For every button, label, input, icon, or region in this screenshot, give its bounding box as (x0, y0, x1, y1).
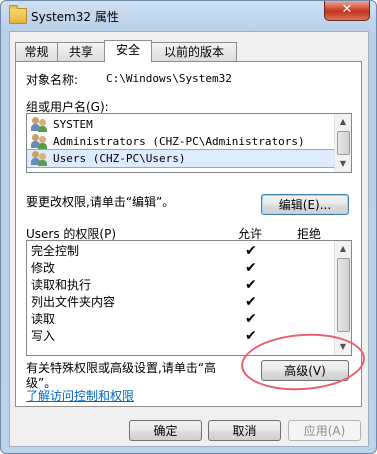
permission-row: 完全控制 ✔ (27, 243, 335, 260)
allow-check-icon: ✔ (245, 311, 257, 327)
allow-check-icon: ✔ (245, 260, 257, 276)
folder-icon (9, 5, 27, 24)
user-name: SYSTEM (53, 118, 93, 131)
properties-window: System32 属性 ✕ 常规 共享 安全 以前的版本 对象名称: C:\Wi… (0, 0, 377, 454)
window-title: System32 属性 (31, 10, 119, 24)
tab-previous-versions[interactable]: 以前的版本 (151, 42, 237, 61)
permission-name: 修改 (31, 261, 56, 275)
close-button[interactable]: ✕ (324, 1, 370, 21)
permission-name: 读取 (31, 312, 56, 326)
ok-button[interactable]: 确定 (129, 420, 202, 441)
list-item[interactable]: Administrators (CHZ-PC\Administrators) (27, 133, 335, 150)
allow-check-icon: ✔ (245, 277, 257, 293)
list-item[interactable]: SYSTEM (27, 116, 335, 133)
tab-sharing[interactable]: 共享 (57, 42, 105, 61)
allow-check-icon: ✔ (245, 294, 257, 310)
list-item[interactable]: Users (CHZ-PC\Users) (27, 149, 336, 168)
close-icon: ✕ (341, 2, 353, 17)
permission-name: 完全控制 (31, 244, 80, 258)
scroll-up-icon[interactable]: ▲ (335, 114, 351, 130)
scroll-thumb[interactable] (337, 258, 350, 332)
title-bar[interactable]: System32 属性 ✕ (1, 1, 376, 31)
allow-check-icon: ✔ (245, 243, 257, 259)
object-name-label: 对象名称: (26, 73, 79, 87)
user-group-icon (31, 151, 49, 166)
users-listbox[interactable]: SYSTEM Administrators (CHZ-PC\Administra… (26, 113, 352, 173)
scroll-up-icon[interactable]: ▲ (335, 241, 351, 257)
permission-name: 读取和执行 (31, 278, 92, 292)
object-name-value: C:\Windows\System32 (106, 72, 232, 85)
users-scrollbar[interactable]: ▲ ▼ (334, 114, 351, 172)
cancel-button[interactable]: 取消 (208, 420, 281, 441)
permission-name: 列出文件夹内容 (31, 295, 116, 309)
user-name: Users (CHZ-PC\Users) (53, 152, 186, 165)
tab-general[interactable]: 常规 (15, 42, 58, 61)
permission-name: 写入 (31, 329, 56, 343)
permission-row: 读取 ✔ (27, 311, 335, 328)
apply-button[interactable]: 应用(A) (288, 420, 361, 441)
edit-hint: 要更改权限,请单击“编辑”。 (26, 195, 175, 209)
scroll-thumb[interactable] (337, 131, 350, 155)
user-group-icon (31, 117, 49, 132)
scroll-down-icon[interactable]: ▼ (335, 156, 351, 172)
permission-row: 读取和执行 ✔ (27, 277, 335, 294)
user-name: Administrators (CHZ-PC\Administrators) (53, 135, 305, 148)
learn-access-control-link[interactable]: 了解访问控制和权限 (26, 387, 134, 404)
tab-security[interactable]: 安全 (104, 40, 152, 62)
permission-row: 修改 ✔ (27, 260, 335, 277)
allow-check-icon: ✔ (245, 328, 257, 344)
user-group-icon (31, 134, 49, 149)
permission-row: 列出文件夹内容 ✔ (27, 294, 335, 311)
edit-button[interactable]: 编辑(E)... (261, 194, 349, 215)
